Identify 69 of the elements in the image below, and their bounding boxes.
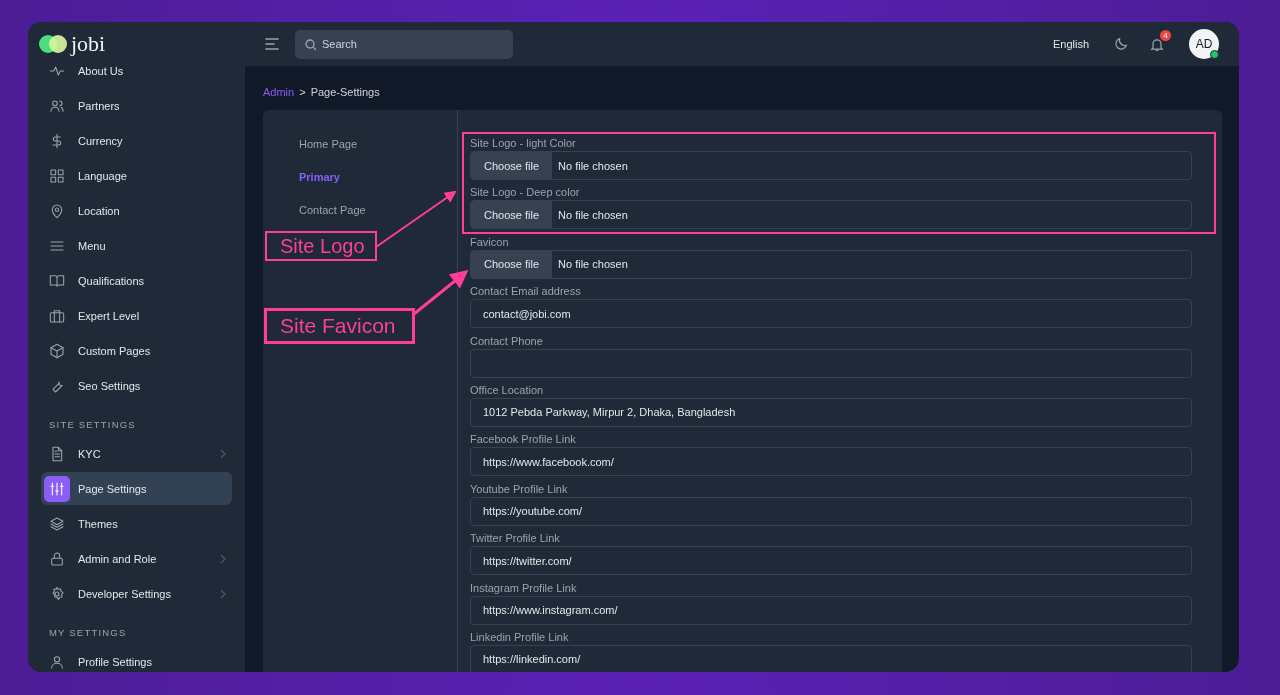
pulse-icon [49,66,65,79]
field-label: Contact Phone [470,333,544,348]
search-field[interactable]: Search [295,29,513,59]
book-icon [49,272,65,289]
field-label: Facebook Profile Link [470,432,577,447]
moon-icon[interactable] [1113,36,1129,52]
settings-icon [49,585,65,602]
text-field[interactable]: https://twitter.com/ [470,546,1192,576]
sliders-icon [49,480,65,497]
field-label: Site Logo - light Color [470,136,577,150]
annotation-label: Site Favicon [264,308,415,344]
settings-tab[interactable]: Home Page [299,137,457,170]
section-heading: MY SETTINGS [48,626,128,640]
sidebar-item[interactable]: Menu [41,228,232,263]
search-icon [305,38,317,51]
sidebar-item[interactable]: Seo Settings [41,368,232,403]
sidebar-item[interactable]: Profile Settings [41,644,232,672]
language-selector[interactable]: English [1052,38,1089,50]
text-field[interactable]: https://www.facebook.com/ [470,447,1192,477]
text-field[interactable]: contact@jobi.com [470,299,1192,329]
field-label: Linkedin Profile Link [470,629,570,644]
file-input[interactable]: Choose file No file chosen [470,249,1192,279]
lock-icon [49,550,65,567]
cube-icon [49,342,65,359]
layers-icon [49,515,65,532]
section-heading: SITE SETTINGS [48,418,137,432]
users-icon [49,97,65,114]
file-input[interactable]: Choose file No file chosen [470,151,1192,180]
breadcrumb-link[interactable]: Admin [263,86,295,98]
sidebar-item[interactable]: Developer Settings [41,576,232,611]
location-pin-icon [49,202,65,219]
breadcrumb-separator: > [299,86,306,98]
text-field[interactable]: 1012 Pebda Parkway, Mirpur 2, Dhaka, Bangladesh [470,397,1192,427]
text-field[interactable] [470,348,1192,378]
file-input[interactable]: Choose file No file chosen [470,200,1192,230]
field-label: Twitter Profile Link [470,531,561,546]
sidebar-item[interactable]: Location [41,193,232,228]
annotation-label: Site Logo [265,231,377,261]
field-label: Contact Email address [470,284,582,299]
sidebar-item[interactable]: Currency [41,123,232,158]
field-label: Office Location [470,382,545,397]
brand-name: jobi [71,31,106,57]
logo-icon [39,35,67,53]
text-field[interactable]: https://youtube.com/ [470,496,1192,526]
field-label: Favicon [470,234,510,249]
field-label: Youtube Profile Link [470,481,569,496]
sidebar-item[interactable]: Language [41,158,232,193]
sidebar-item[interactable]: KYC [41,436,232,471]
sidebar-item[interactable]: Page Settings [41,472,232,505]
sidebar-item[interactable]: Qualifications [41,263,232,298]
sidebar-item[interactable]: Custom Pages [41,333,232,368]
grid-icon [49,167,65,184]
sidebar-item[interactable]: Themes [41,506,232,541]
notification-count: 4 [1160,29,1171,41]
field-label: Site Logo - Deep color [470,185,581,200]
sidebar-item[interactable]: Partners [41,88,232,123]
arrow [413,270,469,316]
sidebar-item[interactable]: Expert Level [41,298,232,333]
text-field[interactable]: https://linkedin.com/ [470,644,1192,672]
breadcrumb-current: Page-Settings [310,86,380,98]
briefcase-icon [49,307,65,324]
sidebar-item[interactable]: About Us [41,66,232,88]
user-avatar[interactable]: AD [1189,29,1219,59]
document-icon [49,445,65,462]
sidebar-item[interactable]: Admin and Role [41,541,232,576]
user-icon [49,653,65,670]
text-field[interactable]: https://www.instagram.com/ [470,595,1192,625]
menu-icon[interactable] [265,38,279,50]
field-label: Instagram Profile Link [470,580,578,595]
